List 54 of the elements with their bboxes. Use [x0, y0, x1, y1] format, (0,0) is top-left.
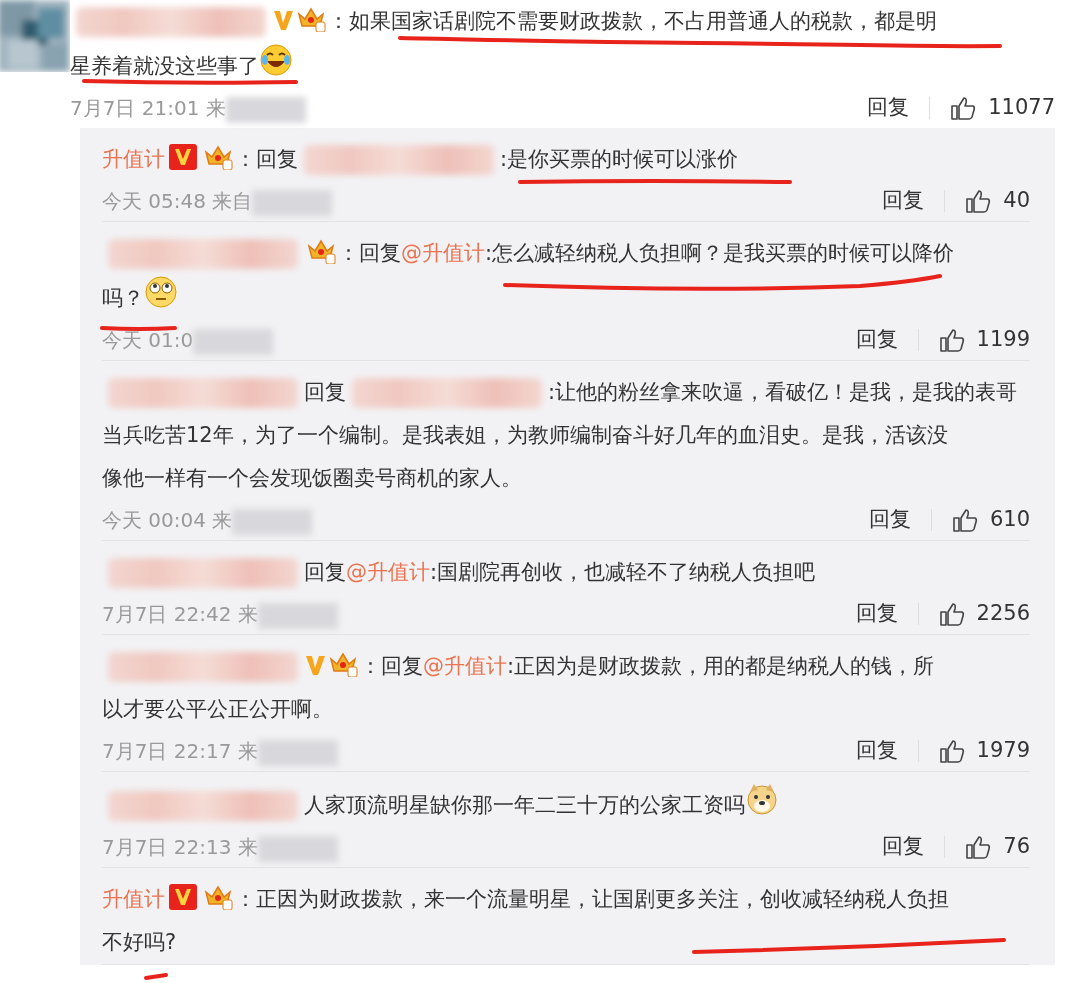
comment-text: ：回复	[360, 654, 423, 678]
comment-text: 回复	[304, 560, 346, 584]
eye-roll-emoji-icon	[144, 275, 178, 309]
comment-text: :正因为是财政拨款，用的都是纳税人的钱，所	[507, 654, 935, 678]
thumbs-up-icon[interactable]	[951, 507, 978, 533]
comment-text: 人家顶流明星缺你那一年二三十万的公家工资吗	[304, 793, 745, 817]
comment-text: ：回复	[338, 241, 401, 265]
comment-text: 不好吗?	[102, 930, 177, 954]
like-count: 76	[1003, 833, 1030, 861]
reply-link[interactable]: 回复	[868, 504, 911, 536]
comment-text: :国剧院再创收，也减轻不了纳税人负担吧	[430, 560, 816, 584]
comment-text: 以才要公平公正公开啊。	[102, 697, 333, 721]
verified-icon	[272, 8, 294, 32]
comment-text: 吗？	[102, 286, 144, 310]
like-count: 1199	[976, 326, 1030, 354]
timestamp: 7月7日 21:01 来	[70, 96, 226, 120]
reply-link[interactable]: 回复	[855, 598, 898, 630]
comment-text: :让他的粉丝拿来吹逼，看破亿！是我，是我的表哥	[548, 380, 1018, 404]
reply-link[interactable]: 回复	[867, 92, 910, 124]
thumbs-up-icon[interactable]	[965, 188, 992, 214]
comment-text: ：如果国家话剧院不需要财政拨款，不占用普通人的税款，都是明	[328, 9, 937, 33]
comment-text: 星养着就没这些事了	[70, 54, 259, 78]
timestamp: 今天 05:48 来自	[102, 189, 253, 213]
comment-text: :怎么减轻纳税人负担啊？是我买票的时候可以降价	[485, 241, 955, 265]
thumbs-up-icon[interactable]	[950, 95, 977, 121]
like-count: 2256	[976, 600, 1030, 628]
thumbs-up-icon[interactable]	[965, 834, 992, 860]
thumbs-up-icon[interactable]	[938, 327, 965, 353]
dog-emoji-icon	[745, 782, 779, 816]
comment-text: :是你买票的时候可以涨价	[500, 147, 739, 171]
reply-link[interactable]: 回复	[855, 324, 898, 356]
comment-text: 当兵吃苦12年，为了一个编制。是我表姐，为教师编制奋斗好几年的血泪史。是我，活该没	[102, 423, 948, 447]
verified-icon	[304, 653, 326, 677]
like-count: 40	[1003, 187, 1030, 215]
thumbs-up-icon[interactable]	[938, 738, 965, 764]
comment-text: 回复	[304, 380, 346, 404]
comment-text: ：正因为财政拨款，来一个流量明星，让国剧更多关注，创收减轻纳税人负担	[235, 887, 949, 911]
comment-text: ：回复	[235, 147, 298, 171]
verified-icon	[169, 884, 197, 910]
verified-icon	[169, 144, 197, 170]
timestamp: 7月7日 22:13 来	[102, 835, 258, 859]
like-count: 1979	[976, 737, 1030, 765]
reply-link[interactable]: 回复	[882, 185, 925, 217]
comment-text: 像他一样有一个会发现饭圈卖号商机的家人。	[102, 466, 522, 490]
like-count: 11077	[988, 94, 1055, 122]
thumbs-up-icon[interactable]	[938, 601, 965, 627]
like-count: 610	[989, 506, 1030, 534]
reply-link[interactable]: 回复	[882, 831, 925, 863]
reply-link[interactable]: 回复	[855, 735, 898, 767]
laughing-emoji-icon	[259, 43, 293, 77]
timestamp: 今天 00:04 来	[102, 508, 233, 532]
timestamp: 7月7日 22:42 来	[102, 602, 258, 626]
timestamp: 今天 01:0	[102, 328, 194, 352]
timestamp: 7月7日 22:17 来	[102, 739, 258, 763]
